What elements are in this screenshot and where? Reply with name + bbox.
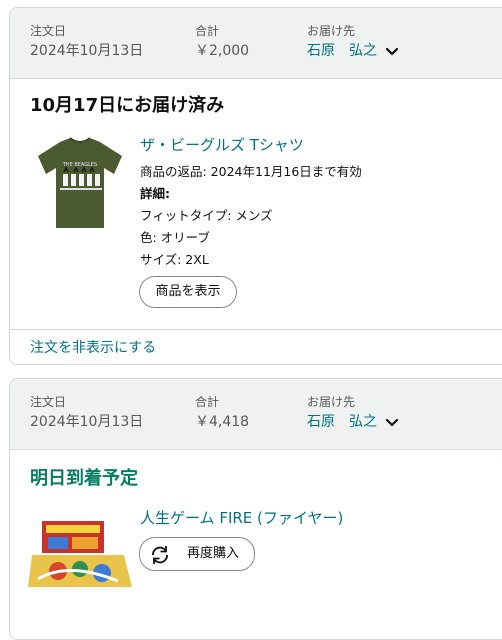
ship-to-dropdown[interactable]: 石原 弘之 <box>307 412 399 434</box>
view-product-button[interactable]: 商品を表示 <box>139 276 237 308</box>
chevron-down-icon <box>385 43 399 63</box>
ship-to-name: 石原 弘之 <box>307 43 377 59</box>
order-total-label: 合計 <box>195 395 220 409</box>
order-header: 注文日 2024年10月13日 合計 ￥2,000 お届け先 石原 弘之 <box>10 8 502 79</box>
order-header: 注文日 2024年10月13日 合計 ￥4,418 お届け先 石原 弘之 <box>10 379 502 450</box>
order-total-value: ￥4,418 <box>195 414 250 430</box>
buy-again-button[interactable]: 再度購入 <box>139 537 255 571</box>
board-game-thumbnail[interactable] <box>28 515 132 595</box>
order-total-column: 合計 ￥2,000 <box>195 23 249 61</box>
reorder-icon <box>149 544 171 579</box>
ship-to-column: お届け先 石原 弘之 <box>307 23 399 63</box>
order-date-label: 注文日 <box>30 24 67 38</box>
chevron-down-icon <box>385 414 399 434</box>
item-size: サイズ: 2XL <box>140 252 209 267</box>
order-date-column: 注文日 2024年10月13日 <box>30 394 143 432</box>
order-card: 注文日 2024年10月13日 合計 ￥2,000 お届け先 石原 弘之 10月… <box>9 7 502 365</box>
order-date-value: 2024年10月13日 <box>30 43 144 59</box>
delivery-status: 明日到着予定 <box>30 468 138 489</box>
card-divider <box>10 329 502 330</box>
order-date-column: 注文日 2024年10月13日 <box>30 23 143 61</box>
details-heading: 詳細: <box>140 186 170 201</box>
ship-to-name: 石原 弘之 <box>307 414 377 430</box>
order-total-value: ￥2,000 <box>195 43 250 59</box>
ship-to-column: お届け先 石原 弘之 <box>307 394 399 434</box>
return-window: 商品の返品: 2024年11月16日まで有効 <box>140 164 362 179</box>
order-date-value: 2024年10月13日 <box>30 414 144 430</box>
delivery-status: 10月17日にお届け済み <box>30 95 225 116</box>
item-color: 色: オリーブ <box>140 230 210 245</box>
ship-to-label: お届け先 <box>307 395 356 409</box>
details-label: 詳細: <box>140 183 170 205</box>
tshirt-thumbnail[interactable]: THE BEAGLES <box>30 136 130 236</box>
order-date-label: 注文日 <box>30 395 67 409</box>
order-total-label: 合計 <box>195 24 220 38</box>
product-title-link[interactable]: 人生ゲーム FIRE (ファイヤー) <box>140 508 343 528</box>
order-card: 注文日 2024年10月13日 合計 ￥4,418 お届け先 石原 弘之 明日到… <box>9 378 502 640</box>
order-total-column: 合計 ￥4,418 <box>195 394 249 432</box>
hide-order-link[interactable]: 注文を非表示にする <box>30 338 156 358</box>
product-title-link[interactable]: ザ・ビーグルズ Tシャツ <box>140 135 304 155</box>
ship-to-dropdown[interactable]: 石原 弘之 <box>307 41 399 63</box>
fit-type: フィットタイプ: メンズ <box>140 208 273 223</box>
buy-again-label: 再度購入 <box>187 546 240 561</box>
ship-to-label: お届け先 <box>307 24 356 38</box>
